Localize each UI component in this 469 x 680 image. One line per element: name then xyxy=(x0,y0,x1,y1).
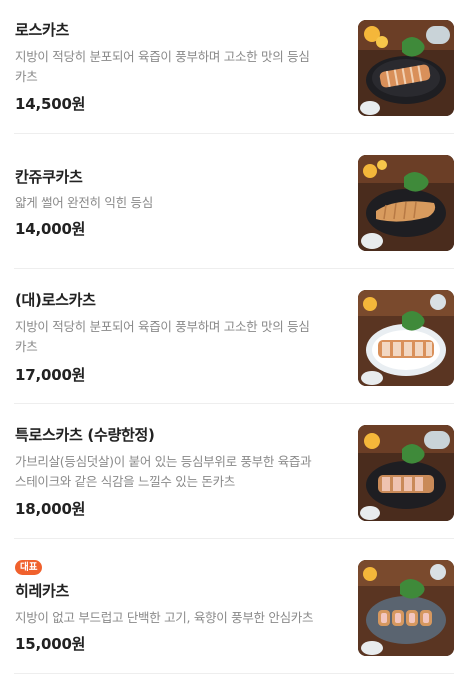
menu-item-description: 지방이 적당히 분포되어 육즙이 풍부하며 고소한 맛의 등심 카츠 xyxy=(15,319,310,354)
menu-item-price: 14,500원 xyxy=(15,95,86,113)
menu-item-ros-katsu[interactable]: 로스카츠 지방이 적당히 분포되어 육즙이 풍부하며 고소한 맛의 등심 카츠 … xyxy=(0,0,469,134)
pork-cutlet-photo-icon xyxy=(358,155,454,251)
menu-item-description: 지방이 적당히 분포되어 육즙이 풍부하며 고소한 맛의 등심 카츠 xyxy=(15,49,310,84)
menu-item-image[interactable] xyxy=(358,425,454,521)
menu-item-name: 특로스카츠 (수량한정) xyxy=(15,426,155,444)
menu-item-large-ros-katsu[interactable]: (대)로스카츠 지방이 적당히 분포되어 육즙이 풍부하며 고소한 맛의 등심 … xyxy=(0,269,469,404)
menu-item-description: 가브리살(등심덧살)이 붙어 있는 등심부위로 풍부한 육즙과 스테이크와 같은… xyxy=(15,454,312,489)
menu-item-hire-katsu[interactable]: 대표 히레카츠 지방이 없고 부드럽고 단백한 고기, 육향이 풍부한 안심카츠… xyxy=(0,539,469,680)
menu-item-special-ros-katsu[interactable]: 특로스카츠 (수량한정) 가브리살(등심덧살)이 붙어 있는 등심부위로 풍부한… xyxy=(0,404,469,539)
menu-item-name: 로스카츠 xyxy=(15,21,70,39)
pork-cutlet-photo-icon xyxy=(358,20,454,116)
menu-item-name: (대)로스카츠 xyxy=(15,291,96,309)
pork-cutlet-photo-icon xyxy=(358,290,454,386)
menu-item-image[interactable] xyxy=(358,560,454,656)
pork-cutlet-photo-icon xyxy=(358,560,454,656)
menu-item-image[interactable] xyxy=(358,290,454,386)
menu-item-price: 17,000원 xyxy=(15,366,86,384)
menu-item-description: 얇게 썰어 완전히 익힌 등심 xyxy=(15,195,153,210)
menu-item-kanjuku-katsu[interactable]: 칸쥬쿠카츠 얇게 썰어 완전히 익힌 등심 14,000원 xyxy=(0,134,469,269)
menu-item-description: 지방이 없고 부드럽고 단백한 고기, 육향이 풍부한 안심카츠 xyxy=(15,610,314,625)
pork-cutlet-photo-icon xyxy=(358,425,454,521)
menu-item-price: 18,000원 xyxy=(15,500,86,518)
divider xyxy=(14,673,454,674)
menu-item-name: 히레카츠 xyxy=(15,582,70,600)
menu-item-image[interactable] xyxy=(358,155,454,251)
menu-item-price: 14,000원 xyxy=(15,220,86,238)
signature-badge: 대표 xyxy=(15,560,43,575)
menu-item-image[interactable] xyxy=(358,20,454,116)
menu-item-price: 15,000원 xyxy=(15,635,86,653)
menu-item-name: 칸쥬쿠카츠 xyxy=(15,168,83,186)
